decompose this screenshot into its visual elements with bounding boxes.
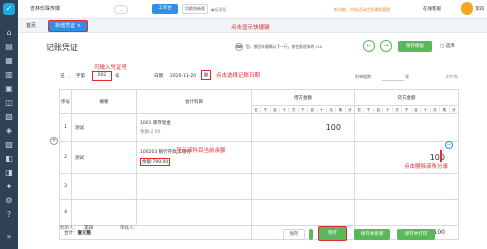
voucher-number-input[interactable]: 002 bbox=[92, 71, 112, 81]
attachment-unit: 张 bbox=[405, 74, 409, 79]
top-bar: 吉林珍珠传媒 ⌄ 工作台 切换到新版 ●极速版 新功能：市场活动信息通知管理 在… bbox=[18, 0, 487, 19]
draft-button[interactable]: 保存 bbox=[283, 229, 305, 240]
home-icon[interactable]: ⌂ bbox=[4, 28, 14, 38]
settings-icon[interactable]: ⚙ bbox=[4, 196, 14, 206]
switch-version-button[interactable]: 切换到新版 bbox=[182, 4, 208, 14]
word-select-arrow-icon[interactable]: ⌄ bbox=[67, 73, 75, 81]
invoice-icon[interactable]: ▨ bbox=[4, 140, 14, 150]
debit-amount[interactable]: 100 bbox=[251, 113, 355, 142]
attachment-count: 附件数 bbox=[446, 74, 458, 79]
keyboard-icon[interactable]: ⌨ bbox=[235, 43, 243, 51]
voucher-icon[interactable]: ▤ bbox=[4, 42, 14, 52]
service-link[interactable]: 在线客服 bbox=[423, 5, 453, 14]
maker-label: 制单人： bbox=[60, 226, 78, 231]
company-name[interactable]: 吉林珍珠传媒 bbox=[30, 5, 94, 14]
tab-new-voucher[interactable]: 新增凭证 × bbox=[48, 20, 88, 32]
number-prefix: 字第 bbox=[76, 74, 85, 79]
ledger-icon[interactable]: ▦ bbox=[4, 56, 14, 66]
mode-label[interactable]: ●极速版 bbox=[211, 5, 241, 14]
salary-icon[interactable]: ◈ bbox=[4, 126, 14, 136]
table-row[interactable]: 4 bbox=[59, 199, 459, 226]
maker-value: 李四 bbox=[84, 226, 93, 231]
workbench-button[interactable]: 工作台 bbox=[152, 4, 178, 14]
attachment-input[interactable] bbox=[382, 73, 404, 81]
date-label: 日期 bbox=[154, 74, 163, 79]
account-name: 1001 库存现金 bbox=[140, 121, 171, 126]
table-row[interactable]: 1 测试 1001 库存现金 余额:2.00 100 bbox=[59, 113, 459, 142]
save-template-button[interactable]: 保存模板 bbox=[398, 41, 432, 52]
draft-menu-icon[interactable] bbox=[309, 229, 313, 240]
stock-icon[interactable]: ◧ bbox=[4, 154, 14, 164]
expand-icon[interactable]: » bbox=[4, 232, 14, 242]
table-row[interactable]: 2 测试 100203 银行存款_C银行 余额:799.00 100 bbox=[59, 141, 459, 174]
page-title: 记账凭证 bbox=[46, 43, 78, 52]
voucher-table: 序号 摘要 会计科目 借方金额 贷方金额 亿千百十万千百十元角分 亿千百十万千百… bbox=[59, 89, 459, 240]
app-logo[interactable]: ✓ bbox=[3, 3, 15, 15]
save-and-new-button[interactable]: 保存并新增 bbox=[354, 229, 390, 240]
save-button[interactable]: 保存 bbox=[318, 226, 347, 241]
archive-icon[interactable]: ◨ bbox=[4, 168, 14, 178]
credit-digit-header: 亿千百十万千百十元角分 bbox=[355, 106, 458, 113]
annotation-show-balance: 显示该科目当前余额 bbox=[176, 148, 226, 154]
attachment-label: 附单据数 bbox=[355, 74, 371, 79]
sidebar: ✓ ⌂ ▤ ▦ ▥ ▣ ◫ ▧ ◈ ▨ ◧ ◨ ✦ ⚙ ? » bbox=[0, 0, 18, 249]
annotation-arrow bbox=[440, 150, 442, 162]
annotation-quick-keys: 点击显示快捷键 bbox=[231, 25, 270, 31]
prev-voucher-icon[interactable]: ← bbox=[363, 40, 375, 52]
delete-row-icon[interactable]: − bbox=[445, 141, 453, 149]
user-name[interactable]: 李四 bbox=[475, 5, 487, 14]
annotation-select-date: 点击选择记账日期 bbox=[216, 73, 261, 79]
options-button[interactable]: ▢ 选项 bbox=[440, 43, 462, 51]
options-label: 选项 bbox=[445, 44, 455, 49]
annotation-delete-row: 点击删除该条分录 bbox=[404, 164, 449, 170]
period-select[interactable]: ⌄ bbox=[114, 5, 128, 14]
report-icon[interactable]: ▥ bbox=[4, 70, 14, 80]
hint-text: 您，按回车键确认下一行，按住前进条的 Ctrl bbox=[246, 44, 323, 49]
save-and-print-button[interactable]: 保存并打印 bbox=[397, 229, 435, 240]
col-account: 会计科目 bbox=[136, 89, 252, 114]
calendar-icon[interactable]: ▦ bbox=[201, 70, 211, 80]
col-debit: 借方金额 bbox=[251, 89, 355, 106]
notice-link[interactable]: 新功能：市场活动信息通知管理 bbox=[334, 5, 418, 14]
next-voucher-icon[interactable]: → bbox=[380, 40, 392, 52]
wallet-icon[interactable]: ▣ bbox=[4, 84, 14, 94]
auditor-label: 审核人： bbox=[120, 226, 138, 231]
col-credit: 贷方金额 bbox=[354, 89, 459, 106]
credit-amount[interactable] bbox=[354, 113, 459, 142]
col-no: 序号 bbox=[59, 89, 72, 114]
number-suffix: 号 bbox=[115, 74, 120, 79]
add-row-icon[interactable]: + bbox=[50, 137, 58, 145]
help-icon[interactable]: ? bbox=[4, 210, 14, 220]
debit-digit-header: 亿千百十万千百十元角分 bbox=[252, 106, 354, 113]
date-input[interactable]: 2020-11-20 bbox=[170, 73, 202, 81]
col-summary: 摘要 bbox=[71, 89, 137, 114]
account-balance: 余额:799.00 bbox=[140, 158, 171, 166]
asset-icon[interactable]: ▧ bbox=[4, 112, 14, 122]
tab-home[interactable]: 首页 bbox=[26, 21, 42, 31]
account-balance: 余额:2.00 bbox=[140, 130, 161, 135]
tax-icon[interactable]: ◫ bbox=[4, 98, 14, 108]
avatar[interactable] bbox=[461, 2, 473, 15]
debit-amount[interactable] bbox=[251, 141, 355, 174]
table-row[interactable]: 3 bbox=[59, 173, 459, 200]
tools-icon[interactable]: ✦ bbox=[4, 182, 14, 192]
